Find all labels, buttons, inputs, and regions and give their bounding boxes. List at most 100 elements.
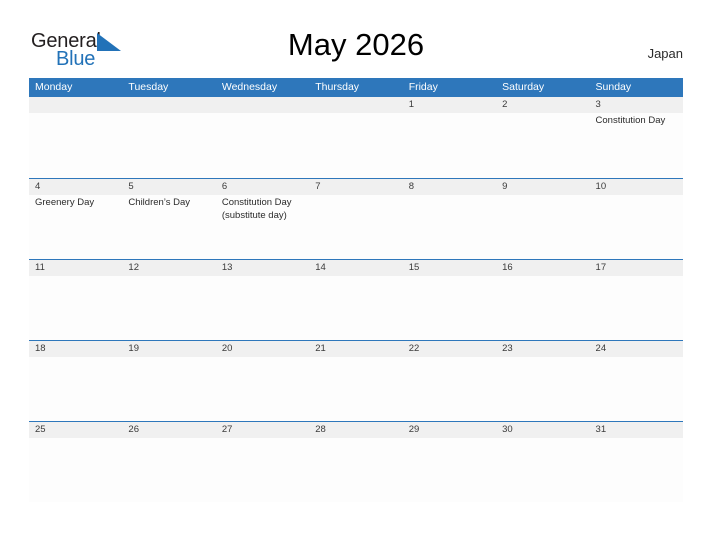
weekday-sunday: Sunday (595, 81, 632, 93)
day-number: 19 (128, 343, 139, 354)
calendar-week-row: 11 12 13 14 15 16 17 (29, 259, 683, 340)
calendar-day-cell[interactable]: 12 (122, 260, 216, 340)
calendar-day-cell-empty (215, 97, 310, 178)
calendar-week-row: 4 Greenery Day 5 Children’s Day 6 Constitutio… (29, 178, 683, 259)
weekday-tuesday: Tuesday (128, 81, 169, 93)
day-events: Children’s Day (128, 195, 215, 209)
calendar-day-cell-empty (122, 97, 216, 178)
calendar-day-cell[interactable]: 14 (309, 260, 403, 340)
calendar-day-cell[interactable]: 2 (496, 97, 590, 178)
day-number (315, 97, 402, 113)
calendar-day-cell[interactable]: 31 (589, 422, 683, 502)
calendar-day-cell[interactable]: 16 (496, 260, 590, 340)
day-number: 1 (408, 99, 414, 110)
calendar-day-cell[interactable]: 28 (309, 422, 403, 502)
day-number (222, 97, 309, 113)
calendar-day-cell[interactable]: 3 Constitution Day (589, 97, 683, 178)
day-number: 5 (128, 181, 134, 192)
day-number: 16 (502, 262, 513, 273)
calendar-day-cell[interactable]: 15 (402, 260, 497, 340)
week-day-cells: 11 12 13 14 15 16 17 (29, 260, 683, 340)
weekday-header-row: Monday Tuesday Wednesday Thursday Friday… (29, 78, 683, 97)
calendar-day-cell[interactable]: 10 (589, 179, 683, 259)
calendar-day-cell[interactable]: 1 (402, 97, 497, 178)
day-number: 26 (128, 424, 139, 435)
day-events: Constitution Day (substitute day) (222, 195, 309, 222)
calendar-day-cell[interactable]: 6 Constitution Day (substitute day) (215, 179, 310, 259)
calendar-day-cell-empty (309, 97, 403, 178)
week-day-cells: 18 19 20 21 22 23 24 (29, 341, 683, 421)
calendar-day-cell[interactable]: 5 Children’s Day (122, 179, 216, 259)
calendar-day-cell[interactable]: 20 (215, 341, 310, 421)
day-number: 9 (502, 181, 508, 192)
day-number: 8 (408, 181, 414, 192)
day-number: 25 (35, 424, 46, 435)
calendar-day-cell[interactable]: 26 (122, 422, 216, 502)
day-number: 2 (502, 99, 508, 110)
day-number: 12 (128, 262, 139, 273)
holiday-label: (substitute day) (221, 210, 287, 221)
calendar-day-cell[interactable]: 27 (215, 422, 310, 502)
day-number (128, 97, 215, 113)
week-day-cells: 25 26 27 28 29 30 31 (29, 422, 683, 502)
page-title: May 2026 (287, 27, 425, 62)
calendar-day-cell[interactable]: 29 (402, 422, 497, 502)
calendar-day-cell[interactable]: 23 (496, 341, 590, 421)
day-number: 21 (315, 343, 326, 354)
calendar-day-cell-empty (29, 97, 123, 178)
calendar-day-cell[interactable]: 21 (309, 341, 403, 421)
weekday-saturday: Saturday (502, 81, 545, 93)
weekday-monday: Monday (35, 81, 73, 93)
calendar-week-row: 18 19 20 21 22 23 24 (29, 340, 683, 421)
day-number: 23 (502, 343, 513, 354)
calendar-day-cell[interactable]: 18 (29, 341, 123, 421)
day-number: 4 (35, 181, 41, 192)
calendar-day-cell[interactable]: 8 (402, 179, 497, 259)
day-number: 31 (595, 424, 607, 435)
holiday-label: Constitution Day (595, 115, 666, 126)
day-events: Constitution Day (596, 113, 683, 127)
calendar-page: General Blue May 2026 Japan Monday Tuesd… (0, 0, 712, 550)
calendar-day-cell[interactable]: 19 (122, 341, 216, 421)
day-number (35, 97, 122, 113)
calendar-day-cell[interactable]: 4 Greenery Day (29, 179, 123, 259)
calendar-day-cell[interactable]: 13 (215, 260, 310, 340)
calendar-week-row: 1 2 3 Constitution Day (29, 97, 683, 178)
weekday-wednesday: Wednesday (221, 81, 278, 93)
week-day-cells: 4 Greenery Day 5 Children’s Day 6 Constitutio… (29, 179, 683, 259)
calendar-day-cell[interactable]: 17 (589, 260, 683, 340)
day-number: 14 (315, 262, 326, 273)
page-header: General Blue May 2026 Japan (0, 0, 712, 76)
calendar-week-row: 25 26 27 28 29 30 31 (29, 421, 683, 502)
calendar-day-cell[interactable]: 9 (496, 179, 590, 259)
day-number: 18 (35, 343, 46, 354)
calendar-day-cell[interactable]: 22 (402, 341, 497, 421)
weekday-friday: Friday (408, 81, 438, 93)
weekday-thursday: Thursday (315, 81, 360, 93)
day-number: 6 (221, 181, 228, 192)
calendar-day-cell[interactable]: 7 (309, 179, 403, 259)
holiday-label: Children’s Day (128, 197, 191, 208)
calendar-grid: Monday Tuesday Wednesday Thursday Friday… (29, 78, 683, 502)
calendar-day-cell[interactable]: 24 (589, 341, 683, 421)
day-number: 27 (221, 424, 233, 435)
day-number: 20 (221, 343, 233, 354)
calendar-day-cell[interactable]: 30 (496, 422, 590, 502)
day-number: 13 (221, 262, 233, 273)
calendar-weeks: 1 2 3 Constitution Day 4 Greenery Day 5 Childre… (29, 97, 683, 502)
calendar-day-cell[interactable]: 25 (29, 422, 123, 502)
holiday-label: Greenery Day (35, 197, 95, 208)
day-number: 10 (595, 181, 607, 192)
calendar-day-cell[interactable]: 11 (29, 260, 123, 340)
day-number: 7 (315, 181, 321, 192)
day-number: 17 (595, 262, 607, 273)
day-number: 29 (408, 424, 420, 435)
day-number: 15 (408, 262, 420, 273)
day-number: 30 (502, 424, 513, 435)
day-number: 28 (315, 424, 326, 435)
week-day-cells: 1 2 3 Constitution Day (29, 97, 683, 178)
day-events: Greenery Day (35, 195, 122, 209)
day-number: 24 (595, 343, 607, 354)
day-number: 22 (408, 343, 420, 354)
day-number: 3 (595, 99, 601, 110)
